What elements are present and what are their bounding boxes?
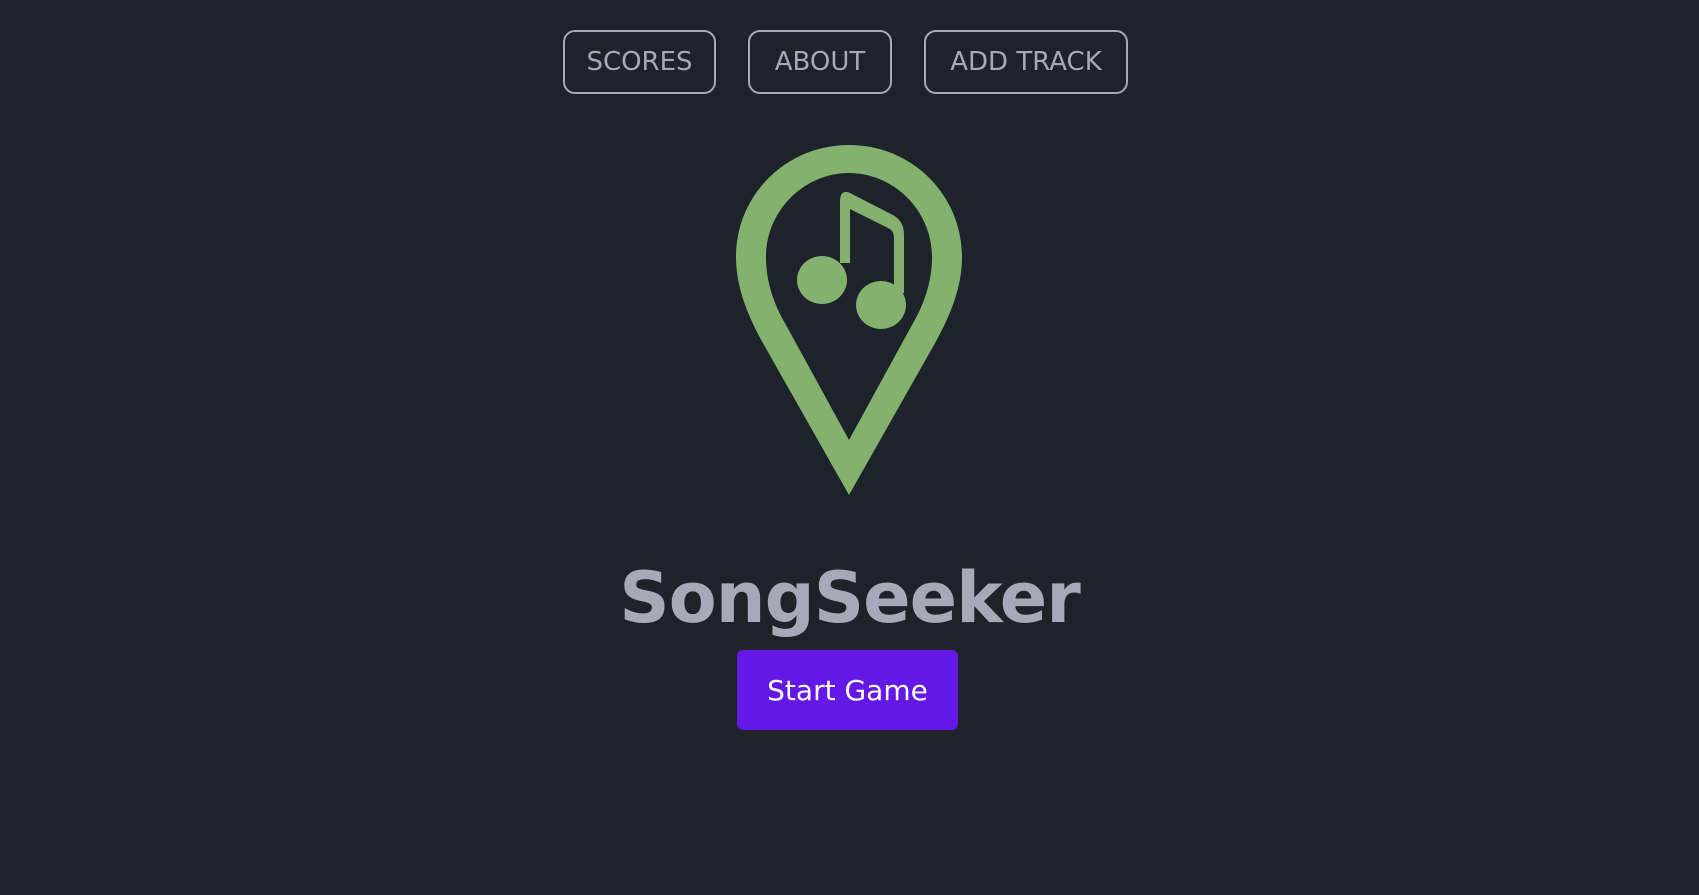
scores-button[interactable]: SCORES bbox=[563, 30, 716, 94]
top-nav: SCORES ABOUT ADD TRACK bbox=[0, 30, 1695, 94]
map-pin-music-note-icon bbox=[736, 145, 962, 495]
start-game-button[interactable]: Start Game bbox=[737, 650, 958, 730]
add-track-button[interactable]: ADD TRACK bbox=[924, 30, 1128, 94]
music-note-icon bbox=[797, 191, 906, 329]
home-screen: SCORES ABOUT ADD TRACK SongSeeker Start … bbox=[0, 0, 1699, 895]
about-button[interactable]: ABOUT bbox=[748, 30, 892, 94]
app-title: SongSeeker bbox=[619, 556, 1080, 639]
